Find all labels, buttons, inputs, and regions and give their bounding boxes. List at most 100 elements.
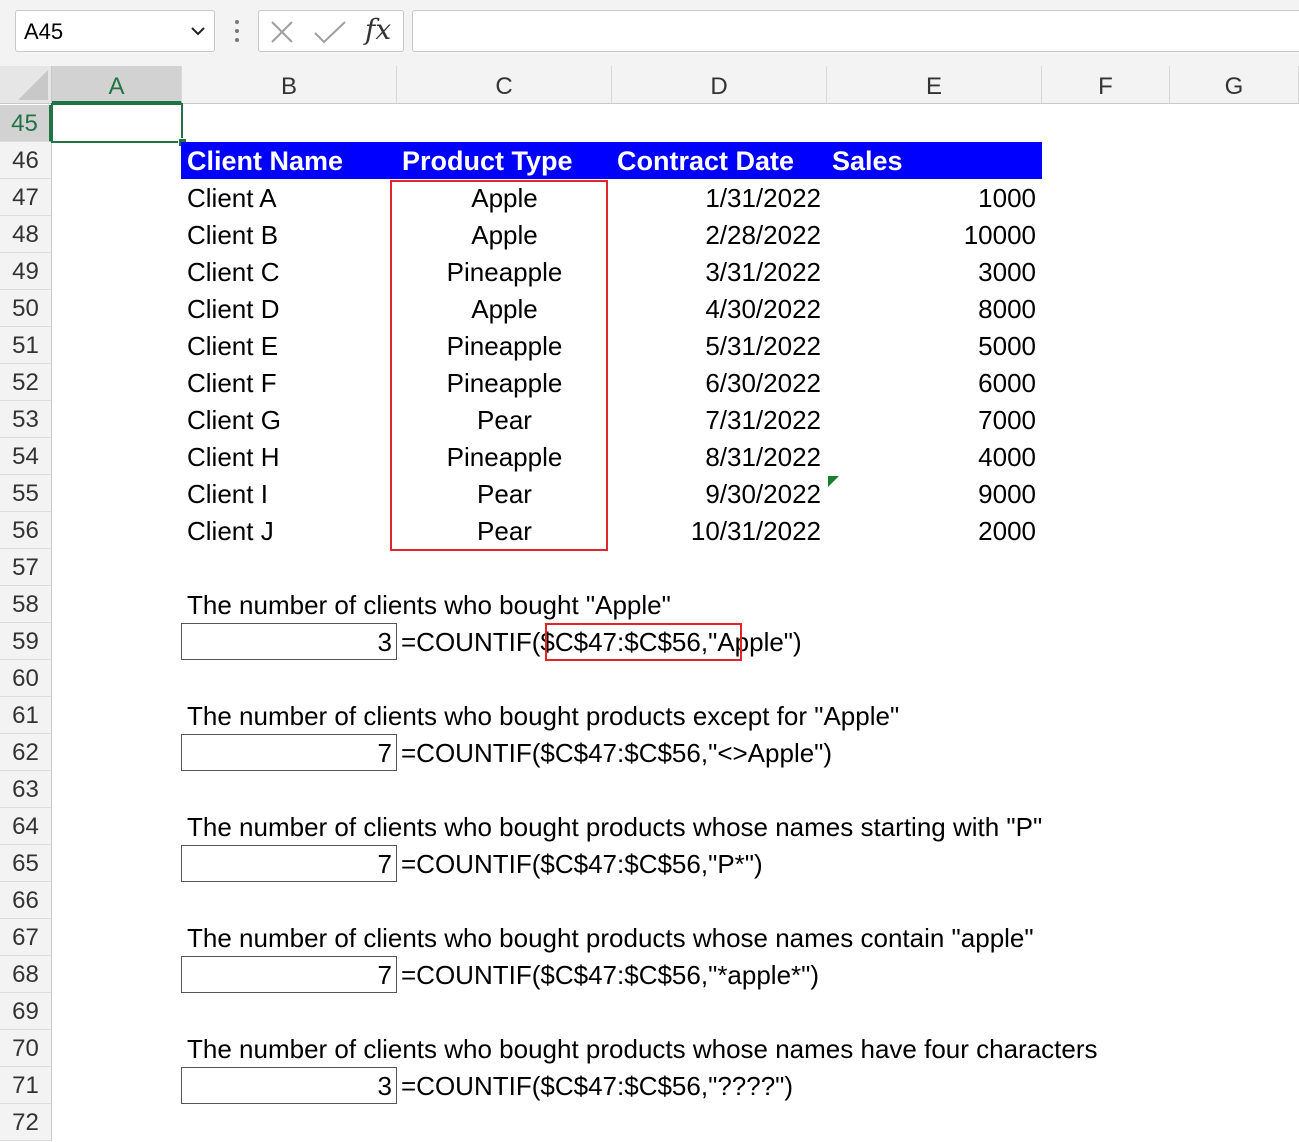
- insert-function-button[interactable]: fx: [365, 13, 391, 46]
- formula-prefix: =COUNTIF: [401, 960, 532, 990]
- client-name-cell[interactable]: Client E: [187, 328, 278, 365]
- result-cell[interactable]: 3: [181, 623, 397, 660]
- example-label[interactable]: The number of clients who bought product…: [187, 809, 1042, 846]
- row-header-68[interactable]: 68: [0, 956, 52, 993]
- column-header-d[interactable]: D: [612, 66, 827, 104]
- row-header-55[interactable]: 55: [0, 475, 52, 512]
- example-label[interactable]: The number of clients who bought "Apple": [187, 587, 671, 624]
- row-header-59[interactable]: 59: [0, 623, 52, 660]
- formula-prefix: =COUNTIF: [401, 738, 532, 768]
- contract-date-cell[interactable]: 1/31/2022: [612, 180, 821, 217]
- contract-date-cell[interactable]: 2/28/2022: [612, 217, 821, 254]
- name-box[interactable]: A45: [15, 10, 215, 52]
- header-contract-date[interactable]: Contract Date: [617, 142, 794, 179]
- example-label[interactable]: The number of clients who bought product…: [187, 1031, 1098, 1068]
- column-header-e[interactable]: E: [827, 66, 1042, 104]
- formula-input[interactable]: [412, 10, 1299, 52]
- contract-date-cell[interactable]: 7/31/2022: [612, 402, 821, 439]
- name-box-value: A45: [24, 19, 64, 44]
- client-name-cell[interactable]: Client H: [187, 439, 279, 476]
- active-cell-a45[interactable]: [51, 103, 183, 143]
- chevron-down-icon[interactable]: [190, 25, 206, 37]
- formula-text[interactable]: =COUNTIF($C$47:$C$56,"P*"): [401, 846, 763, 883]
- row-header-49[interactable]: 49: [0, 253, 52, 290]
- contract-date-cell[interactable]: 9/30/2022: [612, 476, 821, 513]
- row-header-51[interactable]: 51: [0, 327, 52, 364]
- contract-date-cell[interactable]: 3/31/2022: [612, 254, 821, 291]
- row-header-72[interactable]: 72: [0, 1104, 52, 1141]
- contract-date-cell[interactable]: 4/30/2022: [612, 291, 821, 328]
- formula-text[interactable]: =COUNTIF($C$47:$C$56,"<>Apple"): [401, 735, 832, 772]
- sales-cell[interactable]: 6000: [827, 365, 1036, 402]
- check-icon[interactable]: [313, 19, 347, 45]
- row-header-67[interactable]: 67: [0, 919, 52, 956]
- formula-text[interactable]: =COUNTIF($C$47:$C$56,"????"): [401, 1068, 793, 1105]
- formula-text[interactable]: =COUNTIF($C$47:$C$56,"*apple*"): [401, 957, 819, 994]
- client-name-cell[interactable]: Client G: [187, 402, 281, 439]
- sales-cell[interactable]: 8000: [827, 291, 1036, 328]
- result-cell[interactable]: 7: [181, 956, 397, 993]
- row-header-62[interactable]: 62: [0, 734, 52, 771]
- row-header-58[interactable]: 58: [0, 586, 52, 623]
- row-header-47[interactable]: 47: [0, 179, 52, 216]
- row-header-56[interactable]: 56: [0, 512, 52, 549]
- more-options-icon[interactable]: [234, 18, 240, 44]
- row-header-70[interactable]: 70: [0, 1030, 52, 1067]
- sales-cell[interactable]: 5000: [827, 328, 1036, 365]
- row-header-66[interactable]: 66: [0, 882, 52, 919]
- formula-prefix: =COUNTIF: [401, 627, 532, 657]
- column-header-g[interactable]: G: [1170, 66, 1299, 104]
- sales-cell[interactable]: 3000: [827, 254, 1036, 291]
- header-client-name[interactable]: Client Name: [187, 142, 343, 179]
- formula-rest: ,"<>Apple"): [700, 738, 833, 768]
- row-header-71[interactable]: 71: [0, 1067, 52, 1104]
- contract-date-cell[interactable]: 10/31/2022: [612, 513, 821, 550]
- client-name-cell[interactable]: Client J: [187, 513, 274, 550]
- contract-date-cell[interactable]: 8/31/2022: [612, 439, 821, 476]
- row-header-48[interactable]: 48: [0, 216, 52, 253]
- error-indicator-icon[interactable]: [828, 476, 839, 487]
- cancel-icon[interactable]: [269, 19, 295, 45]
- sales-cell[interactable]: 7000: [827, 402, 1036, 439]
- result-cell[interactable]: 3: [181, 1067, 397, 1104]
- sales-cell[interactable]: 9000: [827, 476, 1036, 513]
- client-name-cell[interactable]: Client D: [187, 291, 279, 328]
- column-header-a[interactable]: A: [52, 66, 182, 104]
- column-header-f[interactable]: F: [1042, 66, 1170, 104]
- row-header-61[interactable]: 61: [0, 697, 52, 734]
- row-header-50[interactable]: 50: [0, 290, 52, 327]
- select-all-button[interactable]: [0, 66, 52, 104]
- row-header-69[interactable]: 69: [0, 993, 52, 1030]
- sales-cell[interactable]: 2000: [827, 513, 1036, 550]
- client-name-cell[interactable]: Client B: [187, 217, 278, 254]
- sales-cell[interactable]: 4000: [827, 439, 1036, 476]
- header-sales[interactable]: Sales: [832, 142, 903, 179]
- row-header-60[interactable]: 60: [0, 660, 52, 697]
- row-header-54[interactable]: 54: [0, 438, 52, 475]
- client-name-cell[interactable]: Client F: [187, 365, 277, 402]
- result-cell[interactable]: 7: [181, 845, 397, 882]
- example-label[interactable]: The number of clients who bought product…: [187, 698, 899, 735]
- column-header-c[interactable]: C: [397, 66, 612, 104]
- row-header-65[interactable]: 65: [0, 845, 52, 882]
- client-name-cell[interactable]: Client I: [187, 476, 268, 513]
- row-header-53[interactable]: 53: [0, 401, 52, 438]
- row-header-57[interactable]: 57: [0, 549, 52, 586]
- row-header-63[interactable]: 63: [0, 771, 52, 808]
- column-header-b[interactable]: B: [182, 66, 397, 104]
- client-name-cell[interactable]: Client C: [187, 254, 279, 291]
- sales-cell[interactable]: 10000: [827, 217, 1036, 254]
- row-header-46[interactable]: 46: [0, 142, 52, 179]
- header-product-type[interactable]: Product Type: [402, 142, 573, 179]
- sales-cell[interactable]: 1000: [827, 180, 1036, 217]
- formula-rest: ,"P*"): [700, 849, 763, 879]
- result-cell[interactable]: 7: [181, 734, 397, 771]
- formula-rest: ,"????"): [700, 1071, 794, 1101]
- row-header-52[interactable]: 52: [0, 364, 52, 401]
- client-name-cell[interactable]: Client A: [187, 180, 277, 217]
- row-header-64[interactable]: 64: [0, 808, 52, 845]
- contract-date-cell[interactable]: 5/31/2022: [612, 328, 821, 365]
- contract-date-cell[interactable]: 6/30/2022: [612, 365, 821, 402]
- example-label[interactable]: The number of clients who bought product…: [187, 920, 1034, 957]
- row-header-45[interactable]: 45: [0, 105, 52, 142]
